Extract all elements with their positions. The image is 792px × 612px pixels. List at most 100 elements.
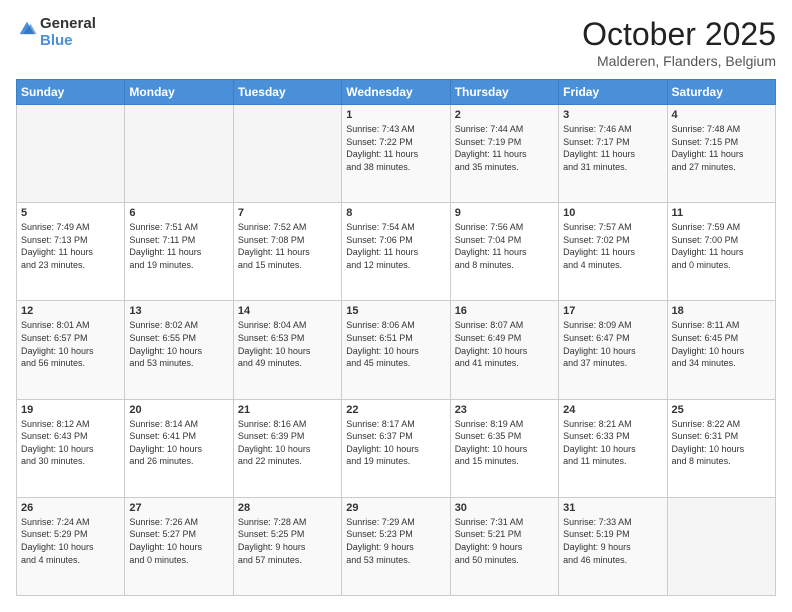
day-info: Sunrise: 8:11 AM Sunset: 6:45 PM Dayligh… — [672, 319, 771, 369]
calendar-table: SundayMondayTuesdayWednesdayThursdayFrid… — [16, 79, 776, 596]
title-block: October 2025 Malderen, Flanders, Belgium — [582, 16, 776, 69]
calendar-cell — [667, 497, 775, 595]
page-title: October 2025 — [582, 16, 776, 53]
day-number: 13 — [129, 305, 228, 317]
logo-line1: General — [40, 16, 96, 33]
calendar-cell: 14 Sunrise: 8:04 AM Sunset: 6:53 PM Dayli… — [233, 301, 341, 399]
calendar-week-3: 12 Sunrise: 8:01 AM Sunset: 6:57 PM Dayli… — [17, 301, 776, 399]
calendar-cell: 21 Sunrise: 8:16 AM Sunset: 6:39 PM Dayli… — [233, 399, 341, 497]
calendar-cell: 10Sunrise: 7:57 AM Sunset: 7:02 PM Dayli… — [559, 203, 667, 301]
weekday-header-monday: Monday — [125, 80, 233, 105]
day-number: 9 — [455, 207, 554, 219]
day-number: 23 — [455, 404, 554, 416]
calendar-cell: 27Sunrise: 7:26 AM Sunset: 5:27 PM Dayli… — [125, 497, 233, 595]
page-header: General Blue October 2025 Malderen, Flan… — [16, 16, 776, 69]
calendar-cell — [125, 105, 233, 203]
day-info: Sunrise: 7:49 AM Sunset: 7:13 PM Dayligh… — [21, 221, 120, 271]
calendar-week-2: 5 Sunrise: 7:49 AM Sunset: 7:13 PM Daylig… — [17, 203, 776, 301]
day-info: Sunrise: 7:56 AM Sunset: 7:04 PM Dayligh… — [455, 221, 554, 271]
weekday-header-sunday: Sunday — [17, 80, 125, 105]
day-info: Sunrise: 7:24 AM Sunset: 5:29 PM Dayligh… — [21, 516, 120, 566]
day-info: Sunrise: 7:46 AM Sunset: 7:17 PM Dayligh… — [563, 123, 662, 173]
day-number: 6 — [129, 207, 228, 219]
day-info: Sunrise: 8:07 AM Sunset: 6:49 PM Dayligh… — [455, 319, 554, 369]
weekday-header-row: SundayMondayTuesdayWednesdayThursdayFrid… — [17, 80, 776, 105]
day-number: 16 — [455, 305, 554, 317]
calendar-cell: 6 Sunrise: 7:51 AM Sunset: 7:11 PM Daylig… — [125, 203, 233, 301]
day-info: Sunrise: 8:16 AM Sunset: 6:39 PM Dayligh… — [238, 418, 337, 468]
calendar-cell: 12 Sunrise: 8:01 AM Sunset: 6:57 PM Dayli… — [17, 301, 125, 399]
day-info: Sunrise: 8:19 AM Sunset: 6:35 PM Dayligh… — [455, 418, 554, 468]
calendar-cell — [17, 105, 125, 203]
day-number: 20 — [129, 404, 228, 416]
day-info: Sunrise: 8:04 AM Sunset: 6:53 PM Dayligh… — [238, 319, 337, 369]
calendar-cell: 2 Sunrise: 7:44 AM Sunset: 7:19 PM Daylig… — [450, 105, 558, 203]
day-number: 11 — [672, 207, 771, 219]
page-subtitle: Malderen, Flanders, Belgium — [582, 53, 776, 69]
day-info: Sunrise: 7:54 AM Sunset: 7:06 PM Dayligh… — [346, 221, 445, 271]
calendar-cell: 19Sunrise: 8:12 AM Sunset: 6:43 PM Dayli… — [17, 399, 125, 497]
calendar-cell: 26Sunrise: 7:24 AM Sunset: 5:29 PM Dayli… — [17, 497, 125, 595]
day-number: 7 — [238, 207, 337, 219]
logo-icon — [16, 18, 38, 40]
day-number: 17 — [563, 305, 662, 317]
calendar-cell: 23 Sunrise: 8:19 AM Sunset: 6:35 PM Dayli… — [450, 399, 558, 497]
day-info: Sunrise: 7:28 AM Sunset: 5:25 PM Dayligh… — [238, 516, 337, 566]
calendar-cell — [233, 105, 341, 203]
day-info: Sunrise: 8:17 AM Sunset: 6:37 PM Dayligh… — [346, 418, 445, 468]
day-number: 21 — [238, 404, 337, 416]
calendar-cell: 16 Sunrise: 8:07 AM Sunset: 6:49 PM Dayli… — [450, 301, 558, 399]
calendar-cell: 3 Sunrise: 7:46 AM Sunset: 7:17 PM Daylig… — [559, 105, 667, 203]
calendar-cell: 1Sunrise: 7:43 AM Sunset: 7:22 PM Daylig… — [342, 105, 450, 203]
day-number: 3 — [563, 109, 662, 121]
day-number: 14 — [238, 305, 337, 317]
calendar-cell: 22 Sunrise: 8:17 AM Sunset: 6:37 PM Dayli… — [342, 399, 450, 497]
calendar-cell: 5 Sunrise: 7:49 AM Sunset: 7:13 PM Daylig… — [17, 203, 125, 301]
day-number: 15 — [346, 305, 445, 317]
calendar-cell: 24Sunrise: 8:21 AM Sunset: 6:33 PM Dayli… — [559, 399, 667, 497]
weekday-header-tuesday: Tuesday — [233, 80, 341, 105]
calendar-cell: 18 Sunrise: 8:11 AM Sunset: 6:45 PM Dayli… — [667, 301, 775, 399]
day-number: 22 — [346, 404, 445, 416]
logo-line2: Blue — [40, 33, 96, 50]
weekday-header-thursday: Thursday — [450, 80, 558, 105]
calendar-cell: 29Sunrise: 7:29 AM Sunset: 5:23 PM Dayli… — [342, 497, 450, 595]
day-info: Sunrise: 8:14 AM Sunset: 6:41 PM Dayligh… — [129, 418, 228, 468]
day-info: Sunrise: 7:26 AM Sunset: 5:27 PM Dayligh… — [129, 516, 228, 566]
calendar-cell: 17Sunrise: 8:09 AM Sunset: 6:47 PM Dayli… — [559, 301, 667, 399]
calendar-cell: 28 Sunrise: 7:28 AM Sunset: 5:25 PM Dayli… — [233, 497, 341, 595]
day-info: Sunrise: 7:43 AM Sunset: 7:22 PM Dayligh… — [346, 123, 445, 173]
day-info: Sunrise: 8:22 AM Sunset: 6:31 PM Dayligh… — [672, 418, 771, 468]
day-number: 31 — [563, 502, 662, 514]
day-info: Sunrise: 7:51 AM Sunset: 7:11 PM Dayligh… — [129, 221, 228, 271]
day-info: Sunrise: 8:01 AM Sunset: 6:57 PM Dayligh… — [21, 319, 120, 369]
day-info: Sunrise: 8:02 AM Sunset: 6:55 PM Dayligh… — [129, 319, 228, 369]
calendar-cell: 13 Sunrise: 8:02 AM Sunset: 6:55 PM Dayli… — [125, 301, 233, 399]
day-info: Sunrise: 8:06 AM Sunset: 6:51 PM Dayligh… — [346, 319, 445, 369]
logo: General Blue — [16, 16, 96, 49]
day-number: 12 — [21, 305, 120, 317]
day-info: Sunrise: 7:33 AM Sunset: 5:19 PM Dayligh… — [563, 516, 662, 566]
calendar-cell: 4 Sunrise: 7:48 AM Sunset: 7:15 PM Daylig… — [667, 105, 775, 203]
calendar-cell: 11 Sunrise: 7:59 AM Sunset: 7:00 PM Dayli… — [667, 203, 775, 301]
day-info: Sunrise: 7:29 AM Sunset: 5:23 PM Dayligh… — [346, 516, 445, 566]
calendar-cell: 31 Sunrise: 7:33 AM Sunset: 5:19 PM Dayli… — [559, 497, 667, 595]
day-info: Sunrise: 7:52 AM Sunset: 7:08 PM Dayligh… — [238, 221, 337, 271]
day-number: 24 — [563, 404, 662, 416]
day-number: 10 — [563, 207, 662, 219]
day-info: Sunrise: 7:44 AM Sunset: 7:19 PM Dayligh… — [455, 123, 554, 173]
day-number: 28 — [238, 502, 337, 514]
day-info: Sunrise: 7:48 AM Sunset: 7:15 PM Dayligh… — [672, 123, 771, 173]
day-info: Sunrise: 7:59 AM Sunset: 7:00 PM Dayligh… — [672, 221, 771, 271]
day-number: 19 — [21, 404, 120, 416]
calendar-week-1: 1Sunrise: 7:43 AM Sunset: 7:22 PM Daylig… — [17, 105, 776, 203]
weekday-header-saturday: Saturday — [667, 80, 775, 105]
calendar-cell: 30 Sunrise: 7:31 AM Sunset: 5:21 PM Dayli… — [450, 497, 558, 595]
day-number: 4 — [672, 109, 771, 121]
weekday-header-wednesday: Wednesday — [342, 80, 450, 105]
day-number: 2 — [455, 109, 554, 121]
day-number: 5 — [21, 207, 120, 219]
day-number: 30 — [455, 502, 554, 514]
day-info: Sunrise: 7:31 AM Sunset: 5:21 PM Dayligh… — [455, 516, 554, 566]
day-number: 18 — [672, 305, 771, 317]
